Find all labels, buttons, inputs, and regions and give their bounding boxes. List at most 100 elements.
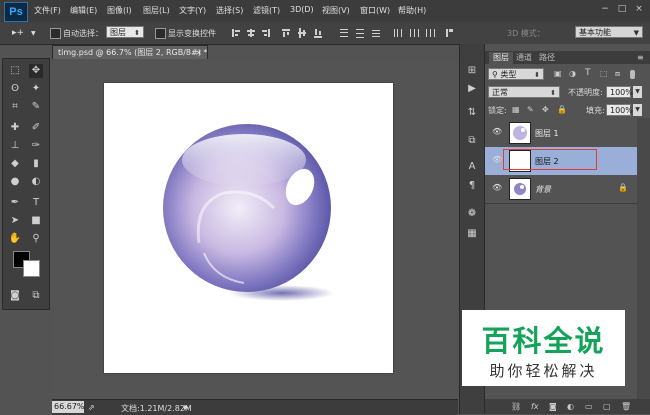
layer-name[interactable]: 背景 [535, 184, 551, 195]
layers-panel-tabs: 图层 通道 路径 ≡ [485, 51, 650, 64]
character-panel-icon[interactable]: A [465, 160, 479, 174]
close-icon[interactable]: × [632, 3, 646, 15]
lasso-tool-icon[interactable]: ʘ [8, 82, 22, 96]
auto-select-dropdown[interactable]: 图层 ⬍ [106, 26, 144, 38]
layer-row[interactable]: 👁 背景 🔒 [485, 175, 637, 204]
paragraph-panel-icon[interactable]: ¶ [465, 179, 479, 193]
watermark-subtitle: 助你轻松解决 [489, 362, 598, 380]
magic-wand-icon[interactable]: ✦ [29, 82, 43, 96]
filter-pixel-icon[interactable]: ▣ [554, 69, 562, 78]
grid-panel-icon[interactable]: ▦ [465, 227, 479, 241]
adjustment-layer-icon[interactable]: ◐ [567, 402, 574, 411]
menu-filter[interactable]: 滤镜(T) [253, 5, 280, 16]
history-brush-icon[interactable]: ✑ [29, 139, 43, 153]
auto-select-checkbox[interactable] [50, 28, 61, 39]
filter-shape-icon[interactable]: ⬚ [600, 69, 608, 78]
trash-icon[interactable]: 🗑 [621, 402, 631, 411]
opacity-input[interactable]: 100% [606, 86, 633, 98]
filter-adjust-icon[interactable]: ◑ [569, 69, 576, 78]
fill-input[interactable]: 100% [606, 104, 633, 116]
gradient-tool-icon[interactable]: ▮ [29, 157, 43, 171]
maximize-icon[interactable]: □ [615, 3, 629, 15]
zoom-field[interactable]: 66.67% [52, 401, 85, 413]
eyedropper-icon[interactable]: ✎ [29, 100, 43, 114]
adjustments-panel-icon[interactable]: ⇅ [465, 106, 479, 120]
hand-tool-icon[interactable]: ✋ [8, 232, 22, 246]
eye-icon[interactable]: 👁 [492, 155, 502, 164]
layer-mask-icon[interactable]: ◙ [549, 402, 557, 411]
menu-image[interactable]: 图像(I) [107, 5, 132, 16]
tab-paths[interactable]: 路径 [535, 52, 559, 64]
document-tab[interactable]: timg.psd @ 66.7% (图层 2, RGB/8#) * × [52, 45, 208, 59]
status-menu-icon[interactable]: ⇗ [88, 403, 95, 412]
blend-mode-dropdown[interactable]: 正常 ⬍ [488, 86, 560, 98]
quick-mask-icon[interactable]: ◙ [8, 289, 22, 303]
filter-kind-dropdown[interactable]: ⚲ 类型 ⬍ [488, 68, 544, 80]
background-color-swatch[interactable] [23, 260, 40, 277]
panel-menu-icon[interactable]: ≡ [633, 52, 648, 64]
crop-tool-icon[interactable]: ⌗ [8, 100, 22, 114]
eraser-icon[interactable]: ◆ [8, 157, 22, 171]
minimize-icon[interactable]: − [598, 3, 612, 15]
clone-source-icon[interactable]: ⧉ [465, 134, 479, 148]
lock-transparent-icon[interactable]: ▦ [512, 105, 520, 114]
show-transform-checkbox[interactable] [155, 28, 166, 39]
marquee-tool-icon[interactable]: ⬚ [8, 64, 22, 78]
document-canvas[interactable] [104, 83, 393, 373]
brush-tool-icon[interactable]: ✐ [29, 121, 43, 135]
menu-view[interactable]: 视图(V) [322, 5, 350, 16]
group-folder-icon[interactable]: ▭ [585, 402, 593, 411]
menu-3d[interactable]: 3D(D) [290, 5, 314, 14]
layer-name[interactable]: 图层 2 [535, 156, 559, 167]
blend-row: 正常 ⬍ 不透明度: 100% ▼ [485, 86, 642, 100]
workspace-dropdown[interactable]: 基本功能 ▼ [575, 26, 643, 38]
move-tool-preset-icon[interactable]: ▸+ [12, 28, 24, 38]
status-chevron-icon[interactable]: ▶ [184, 404, 189, 411]
fill-chevron-icon[interactable]: ▼ [633, 104, 642, 116]
menu-file[interactable]: 文件(F) [34, 5, 61, 16]
layer-name[interactable]: 图层 1 [535, 128, 559, 139]
blur-tool-icon[interactable]: ● [8, 175, 22, 189]
clone-stamp-icon[interactable]: ⊥ [8, 139, 22, 153]
close-tab-icon[interactable]: × [195, 46, 202, 60]
eye-icon[interactable]: 👁 [492, 183, 502, 192]
menu-help[interactable]: 帮助(H) [398, 5, 426, 16]
lock-image-icon[interactable]: ✎ [527, 105, 534, 114]
menu-edit[interactable]: 编辑(E) [70, 5, 97, 16]
type-tool-icon[interactable]: T [29, 196, 43, 210]
lock-all-icon[interactable]: 🔒 [557, 105, 567, 114]
filter-toggle-icon[interactable] [630, 70, 635, 79]
menu-layer[interactable]: 图层(L) [143, 5, 170, 16]
pen-tool-icon[interactable]: ✒ [8, 196, 22, 210]
align-distribute-icons[interactable] [228, 27, 458, 39]
filter-kind-value: 类型 [500, 70, 517, 79]
shape-tool-icon[interactable]: ■ [29, 214, 43, 228]
actions-panel-icon[interactable]: ▶ [465, 82, 479, 96]
move-tool-icon[interactable]: ✥ [29, 64, 43, 78]
dodge-tool-icon[interactable]: ◐ [29, 175, 43, 189]
layers-scrollbar[interactable] [637, 118, 650, 400]
link-layers-icon[interactable]: ⛓ [511, 402, 521, 411]
layer-style-icon[interactable]: fx [531, 402, 539, 411]
healing-brush-icon[interactable]: ✚ [8, 121, 22, 135]
layer-row[interactable]: 👁 图层 1 [485, 119, 637, 148]
zoom-tool-icon[interactable]: ⚲ [29, 232, 43, 246]
new-layer-icon[interactable]: ▢ [603, 402, 611, 411]
filter-smart-icon[interactable]: ⧈ [615, 69, 620, 79]
watermark: 百科全说 助你轻松解决 [462, 310, 625, 386]
preset-chevron-icon[interactable]: ▼ [31, 30, 36, 37]
layer-row-selected[interactable]: 👁 图层 2 [485, 147, 637, 176]
screen-mode-icon[interactable]: ⧉ [29, 289, 43, 303]
menu-window[interactable]: 窗口(W) [360, 5, 390, 16]
opacity-chevron-icon[interactable]: ▼ [633, 86, 642, 98]
swatches-panel-icon[interactable]: ❁ [465, 207, 479, 221]
tab-channels[interactable]: 通道 [512, 52, 536, 64]
menu-type[interactable]: 文字(Y) [179, 5, 206, 16]
tab-layers[interactable]: 图层 [489, 52, 513, 64]
lock-position-icon[interactable]: ✥ [542, 105, 549, 114]
menu-select[interactable]: 选择(S) [216, 5, 243, 16]
filter-type-icon[interactable]: T [585, 68, 591, 78]
path-select-icon[interactable]: ➤ [8, 214, 22, 228]
history-panel-icon[interactable]: ⊞ [465, 64, 479, 78]
eye-icon[interactable]: 👁 [492, 127, 502, 136]
